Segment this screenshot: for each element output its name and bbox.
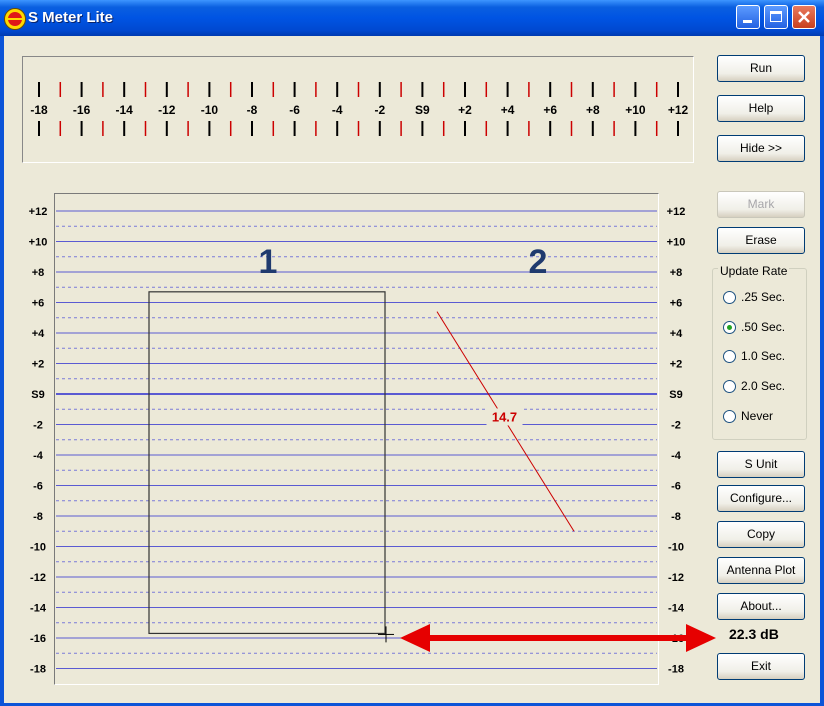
signal-plot-panel[interactable] bbox=[54, 193, 659, 685]
update-rate-radio[interactable] bbox=[723, 320, 736, 334]
hide-button[interactable]: Hide >> bbox=[717, 135, 805, 162]
radio-selected-dot bbox=[727, 324, 732, 330]
help-button[interactable]: Help bbox=[717, 95, 805, 122]
update-rate-option-label[interactable]: .50 Sec. bbox=[741, 320, 785, 334]
y-axis-label-right: +8 bbox=[670, 267, 683, 279]
app-icon[interactable] bbox=[4, 8, 26, 30]
window-frame-right bbox=[820, 36, 824, 706]
update-rate-option-label[interactable]: 2.0 Sec. bbox=[741, 379, 785, 393]
y-axis-label-right: +2 bbox=[670, 359, 683, 371]
y-axis-label-left: -18 bbox=[30, 664, 46, 676]
update-rate-option-label[interactable]: .25 Sec. bbox=[741, 290, 785, 304]
maximize-icon bbox=[770, 11, 782, 22]
y-axis-label-left: -10 bbox=[30, 542, 46, 554]
about-button[interactable]: About... bbox=[717, 593, 805, 620]
y-axis-label-left: +8 bbox=[32, 267, 45, 279]
minimize-button[interactable] bbox=[736, 5, 760, 29]
y-axis-label-left: -6 bbox=[33, 481, 43, 493]
close-icon bbox=[798, 11, 810, 23]
y-axis-label-left: S9 bbox=[31, 389, 44, 401]
y-axis-label-left: -2 bbox=[33, 420, 43, 432]
difference-readout: 22.3 dB bbox=[729, 626, 779, 642]
update-rate-radio[interactable] bbox=[723, 291, 736, 304]
y-axis-label-right: -2 bbox=[671, 420, 681, 432]
y-axis-label-right: S9 bbox=[669, 389, 682, 401]
y-axis-label-left: -12 bbox=[30, 572, 46, 584]
mark-button[interactable]: Mark bbox=[717, 191, 805, 218]
update-rate-radio[interactable] bbox=[723, 409, 736, 423]
y-axis-label-left: +10 bbox=[29, 237, 48, 249]
title-bar[interactable]: S Meter Lite bbox=[0, 0, 824, 36]
s-meter-scale-panel bbox=[22, 56, 694, 163]
exit-button[interactable]: Exit bbox=[717, 653, 805, 680]
y-axis-label-right: +10 bbox=[667, 237, 686, 249]
y-axis-label-left: +6 bbox=[32, 298, 45, 310]
copy-button[interactable]: Copy bbox=[717, 521, 805, 548]
y-axis-label-right: -8 bbox=[671, 511, 681, 523]
y-axis-label-left: -4 bbox=[33, 450, 44, 462]
app-window: S Meter Lite -18 -16 -14 -12 -10 -8 -6 -4 -2 S9 +2… bbox=[0, 0, 824, 706]
y-axis-label-right: +12 bbox=[667, 206, 686, 218]
y-axis-label-right: +6 bbox=[670, 298, 683, 310]
configure-button[interactable]: Configure... bbox=[717, 485, 805, 512]
erase-button[interactable]: Erase bbox=[717, 227, 805, 254]
window-frame-left bbox=[0, 36, 4, 706]
y-axis-label-right: -10 bbox=[668, 542, 684, 554]
y-axis-label-left: +12 bbox=[29, 206, 48, 218]
window-title: S Meter Lite bbox=[28, 9, 114, 26]
range-arrow-head-right bbox=[686, 624, 716, 652]
y-axis-label-left: +2 bbox=[32, 359, 45, 371]
y-axis-label-right: -12 bbox=[668, 572, 684, 584]
minimize-icon bbox=[743, 20, 752, 23]
close-button[interactable] bbox=[792, 5, 816, 29]
update-rate-option-label[interactable]: 1.0 Sec. bbox=[741, 349, 785, 363]
y-axis-label-left: -14 bbox=[30, 603, 47, 615]
y-axis-label-right: -14 bbox=[668, 603, 685, 615]
s-unit-button[interactable]: S Unit bbox=[717, 451, 805, 478]
y-axis-label-left: -16 bbox=[30, 633, 46, 645]
y-axis-label-right: -4 bbox=[671, 450, 682, 462]
y-axis-label-right: -16 bbox=[668, 633, 684, 645]
y-axis-label-right: -6 bbox=[671, 481, 681, 493]
y-axis-label-left: -8 bbox=[33, 511, 43, 523]
update-rate-label: Update Rate bbox=[718, 264, 790, 278]
update-rate-option-label[interactable]: Never bbox=[741, 409, 773, 423]
y-axis-label-right: +4 bbox=[670, 328, 683, 340]
maximize-button[interactable] bbox=[764, 5, 788, 29]
y-axis-label-left: +4 bbox=[32, 328, 45, 340]
antenna-plot-button[interactable]: Antenna Plot bbox=[717, 557, 805, 584]
run-button[interactable]: Run bbox=[717, 55, 805, 82]
update-rate-radio[interactable] bbox=[723, 380, 736, 394]
y-axis-label-right: -18 bbox=[668, 664, 684, 676]
